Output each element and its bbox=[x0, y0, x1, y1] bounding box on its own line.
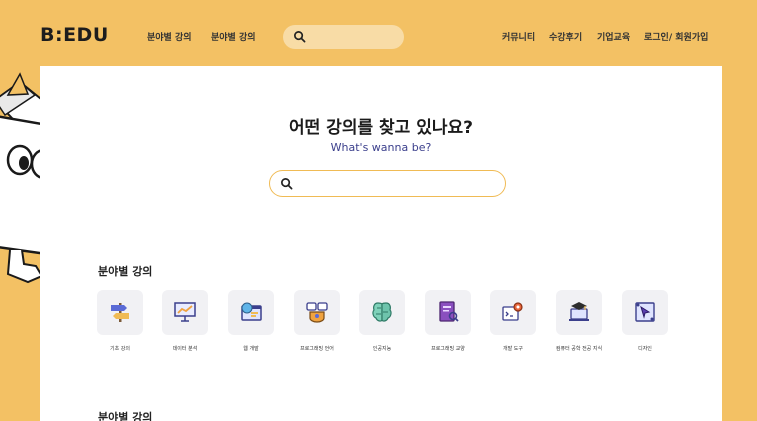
category-label: 프로그래밍 언어 bbox=[300, 346, 334, 352]
book-icon bbox=[439, 301, 459, 322]
category-label: 디자인 bbox=[638, 346, 652, 352]
category-label: 프로그래밍 교양 bbox=[431, 346, 465, 352]
category-item[interactable]: 웹 개발 bbox=[228, 290, 288, 360]
dev-tools-gear-icon bbox=[502, 302, 523, 321]
category-tile bbox=[294, 290, 340, 335]
design-pen-icon bbox=[635, 302, 655, 322]
code-language-icon bbox=[306, 302, 328, 323]
category-tile bbox=[556, 290, 602, 335]
nav-community[interactable]: 커뮤니티 bbox=[502, 30, 535, 43]
nav-login-signup[interactable]: 로그인/ 회원가입 bbox=[644, 30, 708, 43]
category-item[interactable]: 컴퓨터 공학 전공 지식 bbox=[556, 290, 616, 360]
section-title-categories-2: 분야별 강의 bbox=[98, 411, 153, 421]
presentation-chart-icon bbox=[174, 302, 196, 322]
category-tile bbox=[162, 290, 208, 335]
category-item[interactable]: 인공지능 bbox=[359, 290, 419, 360]
category-item[interactable]: 데이터 분석 bbox=[162, 290, 222, 360]
web-browser-icon bbox=[241, 302, 262, 321]
category-label: 컴퓨터 공학 전공 지식 bbox=[555, 346, 603, 352]
nav-category-lectures-2[interactable]: 분야별 강의 bbox=[211, 30, 256, 43]
hero-title: 어떤 강의를 찾고 있나요? bbox=[288, 118, 474, 138]
category-label: 인공지능 bbox=[372, 346, 392, 352]
category-tile bbox=[425, 290, 471, 335]
nav-category-lectures[interactable]: 분야별 강의 bbox=[147, 30, 192, 43]
category-label: 데이터 분석 bbox=[172, 346, 198, 352]
graduation-laptop-icon bbox=[569, 302, 589, 321]
category-label: 웹 개발 bbox=[243, 346, 259, 352]
header-search-input[interactable] bbox=[283, 25, 404, 49]
category-tile bbox=[359, 290, 405, 335]
category-item[interactable]: 디자인 bbox=[622, 290, 682, 360]
category-item[interactable]: 기초 강의 bbox=[97, 290, 157, 360]
nav-reviews[interactable]: 수강후기 bbox=[549, 30, 582, 43]
hero-subtitle: What's wanna be? bbox=[330, 141, 432, 154]
search-icon bbox=[294, 31, 306, 43]
category-label: 개발 도구 bbox=[503, 346, 523, 352]
category-item[interactable]: 프로그래밍 언어 bbox=[294, 290, 354, 360]
top-navigation-bar: B:EDU 분야별 강의 분야별 강의 커뮤니티 수강후기 기업교육 로그인/ … bbox=[0, 0, 757, 70]
category-list: 기초 강의 데이터 분석 웹 개발 프로그래밍 언어 인공지능 프로그래밍 교양… bbox=[97, 290, 697, 360]
nav-enterprise[interactable]: 기업교육 bbox=[597, 30, 630, 43]
search-icon bbox=[281, 178, 293, 190]
category-item[interactable]: 개발 도구 bbox=[490, 290, 550, 360]
category-tile bbox=[228, 290, 274, 335]
category-item[interactable]: 프로그래밍 교양 bbox=[425, 290, 485, 360]
logo[interactable]: B:EDU bbox=[40, 24, 109, 46]
category-label: 기초 강의 bbox=[110, 346, 130, 352]
circuit-brain-icon bbox=[372, 302, 392, 322]
category-tile bbox=[622, 290, 668, 335]
main-panel: 어떤 강의를 찾고 있나요? What's wanna be? 분야별 강의 분… bbox=[40, 66, 722, 421]
main-search-input[interactable] bbox=[269, 170, 506, 197]
signpost-icon bbox=[111, 303, 129, 322]
section-title-categories: 분야별 강의 bbox=[98, 265, 153, 278]
category-tile bbox=[97, 290, 143, 335]
category-tile bbox=[490, 290, 536, 335]
